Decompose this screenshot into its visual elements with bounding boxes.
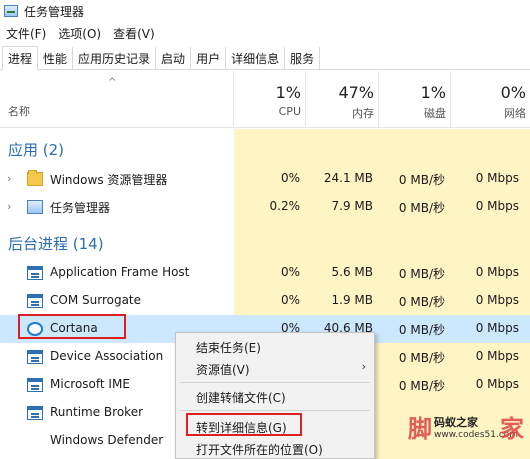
watermark: 脚 码蚁之家 www.codes51.com 家 <box>408 406 530 459</box>
menu-bar: 文件(F) 选项(O) 查看(V) <box>0 22 530 44</box>
task-manager-icon <box>4 5 18 17</box>
network-total: 0% <box>500 83 526 102</box>
tab-performance[interactable]: 性能 <box>38 47 74 69</box>
menu-separator <box>180 382 370 383</box>
menu-open-file-location[interactable]: 打开文件所在的位置(O) <box>196 441 323 458</box>
disk-value: 0 MB/秒 <box>398 173 445 187</box>
menu-file[interactable]: 文件(F) <box>0 25 52 42</box>
disk-value: 0 MB/秒 <box>398 379 445 393</box>
annotation-highlight-box <box>18 314 126 339</box>
process-name: Application Frame Host <box>50 265 190 279</box>
window-title: 任务管理器 <box>24 4 85 19</box>
menu-options[interactable]: 选项(O) <box>52 25 107 42</box>
disk-total: 1% <box>420 83 446 102</box>
context-menu: 结束任务(E) 资源值(V) › 创建转储文件(C) 转到详细信息(G) 打开文… <box>175 332 375 459</box>
network-value: 0 Mbps <box>475 321 519 335</box>
process-icon <box>27 406 43 420</box>
memory-total: 47% <box>338 83 374 102</box>
section-apps-title: 应用 (2) <box>8 141 65 159</box>
cpu-value: 0% <box>280 265 300 279</box>
cpu-value: 0% <box>280 171 300 185</box>
column-header-row: ^ 名称 1% CPU 47% 内存 1% 磁盘 0% 网络 <box>0 71 530 128</box>
tab-services[interactable]: 服务 <box>285 47 321 69</box>
cpu-value: 0.2% <box>269 199 301 213</box>
process-row[interactable]: › 任务管理器 0.2% 7.9 MB 0 MB/秒 0 Mbps <box>0 193 530 221</box>
menu-resource-values[interactable]: 资源值(V) <box>196 361 250 378</box>
process-name: Windows 资源管理器 <box>50 173 168 187</box>
watermark-name: 码蚁之家 <box>434 416 478 429</box>
cpu-total: 1% <box>275 83 301 102</box>
process-icon <box>27 350 43 364</box>
tab-users[interactable]: 用户 <box>191 47 227 69</box>
annotation-highlight-box <box>186 413 302 436</box>
network-value: 0 Mbps <box>475 293 519 307</box>
cpu-label: CPU <box>278 105 301 118</box>
network-value: 0 Mbps <box>475 349 519 363</box>
disk-value: 0 MB/秒 <box>398 295 445 309</box>
disk-value: 0 MB/秒 <box>398 351 445 365</box>
tab-details[interactable]: 详细信息 <box>226 47 286 69</box>
column-header-disk[interactable]: 1% 磁盘 <box>378 71 450 128</box>
expand-chevron-icon[interactable]: › <box>7 172 11 185</box>
network-label: 网络 <box>504 107 526 120</box>
process-row[interactable]: Application Frame Host 0% 5.6 MB 0 MB/秒 … <box>0 259 530 287</box>
watermark-glyph-left: 脚 <box>408 415 432 443</box>
tab-startup[interactable]: 启动 <box>156 47 192 69</box>
tab-bar: 进程 性能 应用历史记录 启动 用户 详细信息 服务 <box>0 46 530 70</box>
process-name: COM Surrogate <box>50 293 142 307</box>
menu-create-dump[interactable]: 创建转储文件(C) <box>196 389 286 406</box>
process-name: Microsoft IME <box>50 377 130 391</box>
process-name: 任务管理器 <box>50 201 111 215</box>
memory-value: 7.9 MB <box>331 199 373 213</box>
memory-value: 5.6 MB <box>331 265 373 279</box>
network-value: 0 Mbps <box>475 377 519 391</box>
process-icon <box>27 294 43 308</box>
disk-value: 0 MB/秒 <box>398 201 445 215</box>
memory-value: 24.1 MB <box>323 171 373 185</box>
process-name: Windows Defender <box>50 433 164 447</box>
menu-end-task[interactable]: 结束任务(E) <box>196 339 261 356</box>
expand-chevron-icon[interactable]: › <box>7 200 11 213</box>
cpu-value: 0% <box>280 293 300 307</box>
folder-icon <box>27 170 43 186</box>
memory-label: 内存 <box>352 107 374 120</box>
disk-value: 0 MB/秒 <box>398 323 445 337</box>
column-header-cpu[interactable]: 1% CPU <box>233 71 305 128</box>
tab-app-history[interactable]: 应用历史记录 <box>73 47 157 69</box>
sort-arrow-icon[interactable]: ^ <box>108 77 116 88</box>
process-name: Runtime Broker <box>50 405 144 419</box>
menu-view[interactable]: 查看(V) <box>107 25 161 42</box>
task-manager-icon <box>27 200 43 214</box>
process-icon <box>27 378 43 392</box>
memory-value: 1.9 MB <box>331 293 373 307</box>
column-header-network[interactable]: 0% 网络 <box>450 71 530 128</box>
section-background-title: 后台进程 (14) <box>8 235 104 253</box>
process-row[interactable]: › Windows 资源管理器 0% 24.1 MB 0 MB/秒 0 Mbps <box>0 165 530 193</box>
disk-label: 磁盘 <box>424 107 446 120</box>
network-value: 0 Mbps <box>475 199 519 213</box>
network-value: 0 Mbps <box>475 171 519 185</box>
watermark-glyph-right: 家 <box>500 415 524 443</box>
disk-value: 0 MB/秒 <box>398 267 445 281</box>
tab-processes[interactable]: 进程 <box>2 46 39 70</box>
title-bar: 任务管理器 <box>0 0 530 22</box>
process-row[interactable]: COM Surrogate 0% 1.9 MB 0 MB/秒 0 Mbps <box>0 287 530 315</box>
process-icon <box>27 266 43 280</box>
column-header-name[interactable]: 名称 <box>8 103 30 119</box>
menu-separator <box>180 410 370 411</box>
process-name: Device Association <box>50 349 164 363</box>
network-value: 0 Mbps <box>475 265 519 279</box>
submenu-arrow-icon: › <box>361 360 366 373</box>
column-header-memory[interactable]: 47% 内存 <box>305 71 378 128</box>
